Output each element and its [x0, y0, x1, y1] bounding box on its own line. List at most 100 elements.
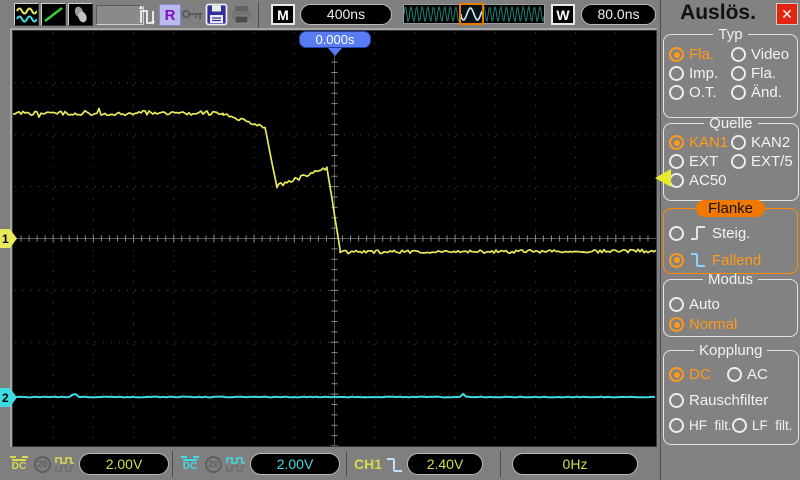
window-timebase-readout: 80.0ns — [581, 4, 656, 25]
status-divider — [172, 451, 173, 477]
radio-quelle-kan2[interactable]: KAN2 — [731, 134, 793, 151]
record-label: R — [164, 6, 176, 24]
radio-flanke-steigend[interactable]: Steig. — [669, 221, 792, 245]
radio-label: Steig. — [712, 224, 751, 242]
radio-label: Fla. — [751, 65, 777, 82]
radio-quelle-ext5[interactable]: EXT/5 — [731, 153, 793, 170]
radio-label: LF filt. — [752, 418, 793, 433]
trigger-status-group[interactable]: CH1 2.40V — [354, 452, 484, 476]
radio-modus-auto[interactable]: Auto — [669, 296, 792, 313]
toolbar-empty-slot — [96, 5, 144, 25]
radio-icon — [669, 252, 684, 268]
radio-icon — [669, 47, 684, 62]
radio-label: Änd. — [751, 84, 782, 101]
radio-label: Fallend — [712, 251, 762, 269]
ch2-coupling-icon: DC — [179, 456, 201, 472]
group-modus-title: Modus — [707, 271, 754, 288]
trigger-time-label: 0.000s — [315, 32, 355, 47]
record-button[interactable]: R — [159, 4, 181, 26]
vectors-display-button[interactable] — [41, 3, 66, 26]
trigger-level-value: 2.40V — [426, 456, 464, 472]
group-flanke: Flanke Steig. Fallend — [663, 200, 798, 274]
status-bar: DC 20 2.00V DC 20 2.00V CH1 2.40V 0Hz — [0, 448, 660, 480]
close-button[interactable]: ✕ — [776, 3, 798, 25]
ch1-marker-label: 1 — [2, 231, 9, 246]
lock-button[interactable] — [181, 8, 204, 21]
radio-label: Video — [751, 46, 790, 63]
radio-label: KAN1 — [689, 134, 729, 151]
radio-label: EXT — [689, 153, 719, 170]
radio-icon — [727, 367, 742, 382]
trigger-position-tab[interactable]: 0.000s — [299, 31, 371, 48]
toolbar-divider — [258, 2, 259, 28]
trigger-position-notch-icon — [328, 48, 342, 56]
status-divider — [500, 451, 501, 477]
radio-label: Imp. — [689, 65, 719, 82]
ch2-invert-icon — [226, 456, 245, 472]
main-timebase-readout: 400ns — [300, 4, 392, 25]
group-quelle: Quelle KAN1 KAN2 EXT EXT/5 AC50 — [663, 115, 799, 201]
radio-typ-aend[interactable]: Änd. — [731, 84, 792, 101]
frequency-value: 0Hz — [562, 456, 588, 472]
single-pulse-button[interactable] — [138, 3, 158, 27]
radio-kopplung-lf-filt[interactable]: LF filt. — [732, 418, 793, 433]
ch1-status-group[interactable]: DC 20 2.00V — [8, 452, 169, 476]
radio-quelle-ext[interactable]: EXT — [669, 153, 731, 170]
radio-typ-flanke2[interactable]: Fla. — [731, 65, 792, 82]
radio-kopplung-hf-filt[interactable]: HF filt. — [669, 418, 732, 433]
trigger-menu-panel: Auslös. ✕ Typ Fla. Video Imp. Fla. O.T. … — [660, 0, 800, 480]
channels-display-button[interactable] — [14, 3, 39, 26]
radio-label: Normal — [689, 316, 738, 333]
line-icon — [44, 7, 63, 22]
radio-label: HF filt. — [689, 418, 732, 433]
radio-label: Rauschfilter — [689, 392, 769, 409]
radio-quelle-ac50[interactable]: AC50 — [669, 172, 731, 189]
persistence-display-button[interactable] — [68, 3, 93, 26]
save-button[interactable] — [205, 3, 228, 26]
group-flanke-title: Flanke — [695, 200, 766, 217]
group-kopplung: Kopplung DC AC Rauschfilter HF filt. LF … — [663, 342, 799, 445]
radio-icon — [669, 135, 684, 150]
radio-kopplung-dc[interactable]: DC — [669, 366, 727, 383]
radio-icon — [731, 135, 746, 150]
radio-icon — [669, 173, 684, 188]
radio-quelle-kan1[interactable]: KAN1 — [669, 134, 731, 151]
window-timebase-value: 80.0ns — [597, 6, 640, 22]
zoom-window-waveform-icon — [461, 7, 482, 21]
radio-icon — [669, 66, 684, 81]
zoom-window-marker[interactable] — [459, 3, 484, 25]
radio-label: AC50 — [689, 172, 727, 189]
ch1-coupling-label: DC — [11, 459, 27, 472]
radio-typ-video[interactable]: Video — [731, 46, 792, 63]
radio-icon — [732, 418, 747, 433]
radio-flanke-fallend[interactable]: Fallend — [669, 248, 792, 272]
ch1-scale-value: 2.00V — [105, 456, 143, 472]
frequency-status-group: 0Hz — [512, 452, 638, 476]
top-toolbar: R M 400ns W 80.0ns — [0, 0, 660, 30]
radio-label: AC — [747, 366, 768, 383]
radio-typ-flanke[interactable]: Fla. — [669, 46, 731, 63]
window-badge-label: W — [556, 6, 570, 23]
radio-label: DC — [689, 366, 711, 383]
key-icon — [181, 9, 202, 19]
radio-typ-impuls[interactable]: Imp. — [669, 65, 731, 82]
radio-kopplung-rauschfilter[interactable]: Rauschfilter — [669, 392, 793, 409]
radio-kopplung-ac[interactable]: AC — [727, 366, 793, 383]
rising-edge-icon — [691, 226, 705, 240]
status-divider — [346, 451, 347, 477]
waveform-preview-widget[interactable] — [403, 3, 545, 25]
channels-icon — [16, 7, 37, 23]
trigger-level-marker[interactable] — [655, 169, 671, 187]
radio-typ-ot[interactable]: O.T. — [669, 84, 731, 101]
radio-modus-normal[interactable]: Normal — [669, 316, 792, 333]
panel-title: Auslös. — [680, 1, 756, 24]
falling-edge-icon — [691, 253, 705, 267]
radio-icon — [669, 297, 684, 312]
ch1-coupling-icon: DC — [8, 456, 30, 472]
print-button[interactable] — [231, 5, 252, 24]
close-icon: ✕ — [781, 5, 793, 22]
radio-icon — [731, 47, 746, 62]
group-typ-title: Typ — [718, 26, 743, 43]
group-quelle-title: Quelle — [709, 115, 753, 132]
ch2-status-group[interactable]: DC 20 2.00V — [179, 452, 340, 476]
